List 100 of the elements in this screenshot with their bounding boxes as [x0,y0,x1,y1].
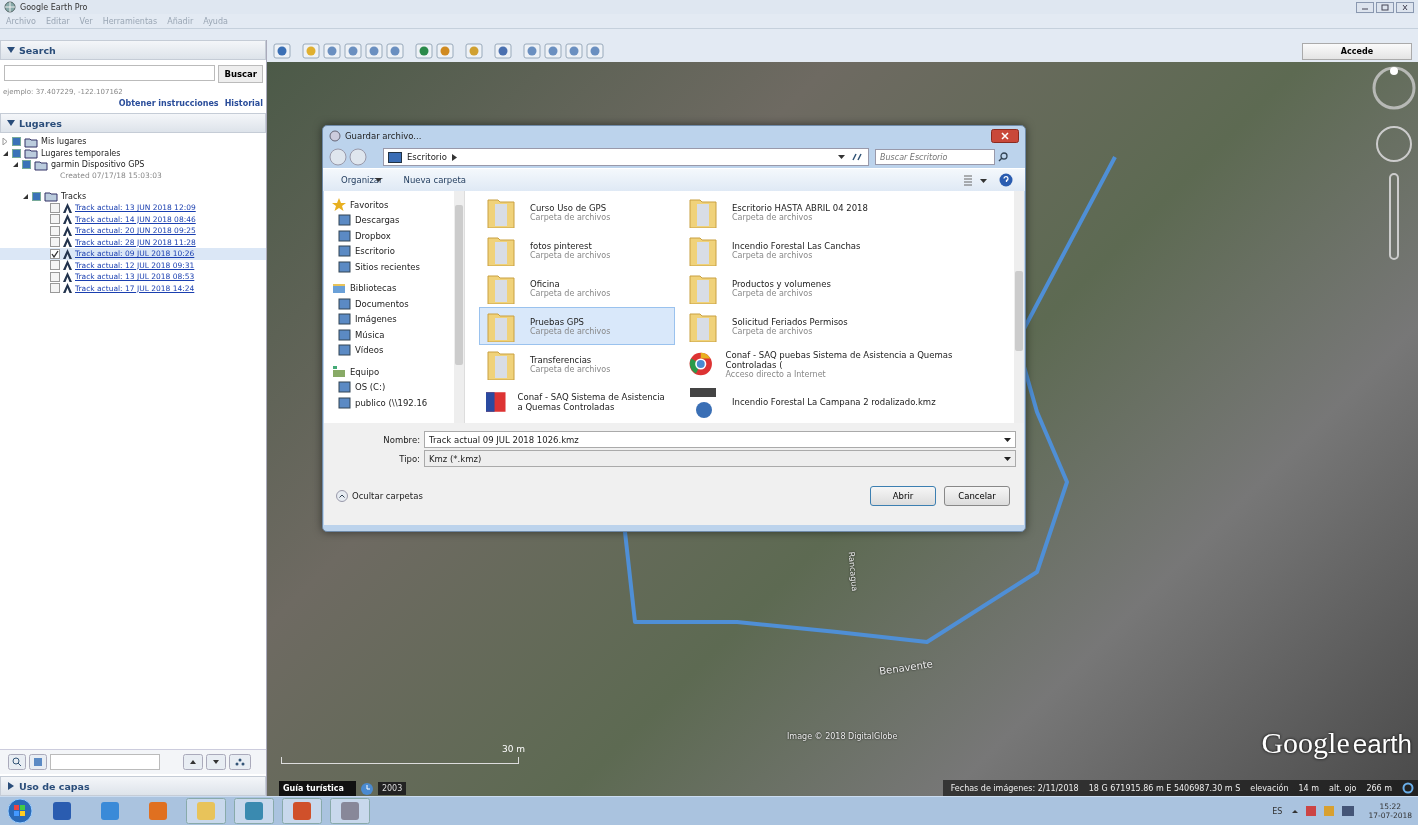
start-button-icon[interactable] [6,798,34,824]
forward-icon[interactable] [349,148,367,166]
file-item[interactable]: Oficina Carpeta de archivos [479,269,675,307]
nav-item[interactable]: Vídeos [332,342,384,358]
tour-guide-button[interactable]: Guía turística [279,781,356,796]
cancel-button[interactable]: Cancelar [944,486,1010,506]
search-field[interactable] [4,65,216,81]
toolbar-icon[interactable] [436,43,454,59]
file-item[interactable]: Transferencias Carpeta de archivos [479,345,675,383]
file-item[interactable]: Conaf - SAQ puebas Sistema de Asistencia a Quemas Controladas ( Acceso directo a Internet [681,345,961,383]
checkbox-icon[interactable] [22,160,31,170]
hide-folders-button[interactable]: Ocultar carpetas [336,490,423,502]
compass-icon[interactable] [1372,66,1416,110]
panel-header[interactable]: Uso de capas [0,776,266,796]
close-icon[interactable] [991,129,1019,143]
toolbar-icon[interactable] [386,43,404,59]
nav-item[interactable]: Descargas [332,212,400,228]
taskbar-app-icon[interactable] [234,798,274,824]
toolbar-icon[interactable] [465,43,483,59]
open-button[interactable]: Abrir [870,486,936,506]
file-type-dropdown[interactable]: Kmz (*.kmz) [424,450,1016,467]
text-field[interactable] [50,754,160,770]
sign-in-button[interactable]: Accede [1302,42,1412,60]
checkbox-icon[interactable] [12,137,21,147]
checkbox[interactable] [50,260,60,271]
tree-label[interactable]: Tracks [61,191,87,201]
nav-item[interactable]: Documentos [332,296,409,312]
taskbar-app-icon[interactable] [330,798,370,824]
search-button[interactable]: Buscar [218,65,263,83]
taskbar-app-icon[interactable] [282,798,322,824]
file-item[interactable]: Escritorio HASTA ABRIL 04 2018 Carpeta de archivos [681,193,961,231]
expanded-arrow-icon[interactable] [22,192,29,200]
toolbar-icon[interactable] [586,43,604,59]
tree-label[interactable]: garmin Dispositivo GPS [51,160,145,170]
field-label: Tipo: [398,453,421,464]
panel-icon[interactable] [29,754,47,770]
toolbar-icon[interactable] [365,43,383,59]
organize-menu[interactable]: Organizar [341,175,382,185]
file-item[interactable]: fotos pinterest Carpeta de archivos [479,231,675,269]
toolbar-icon[interactable] [523,43,541,59]
checkbox[interactable] [50,271,60,282]
file-item[interactable]: Incendio Forestal Las Canchas Carpeta de archivos [681,231,961,269]
nav-item[interactable]: Escritorio [332,243,395,259]
file-item[interactable]: Pruebas GPS Carpeta de archivos [479,307,675,345]
search-field[interactable]: Buscar Escritorio [875,149,995,165]
checkbox[interactable] [50,202,60,213]
panel-header[interactable]: Lugares [0,113,266,133]
toolbar-icon[interactable] [565,43,583,59]
new-folder-button[interactable]: Nueva carpeta [403,175,467,185]
checkbox-icon[interactable] [12,148,21,158]
nav-item[interactable]: Equipo [332,364,380,380]
file-item[interactable]: Conaf - SAQ Sistema de Asistencia a Quemas Controladas [479,383,675,421]
scrollbar-icon[interactable] [1014,191,1024,423]
toolbar-icon[interactable] [273,43,291,59]
minimize-icon[interactable] [1356,1,1374,13]
toolbar-icon[interactable] [544,43,562,59]
help-icon[interactable] [999,173,1013,187]
clock-icon[interactable] [359,781,374,796]
tree-label[interactable]: Mis lugares [41,137,87,147]
address-bar[interactable]: Escritorio [383,148,869,166]
taskbar-app-icon[interactable] [186,798,226,824]
panel-header[interactable]: Search [0,40,266,60]
checkbox[interactable] [50,237,60,248]
link[interactable]: Obtener instrucciones [118,99,219,108]
search-icon[interactable] [8,754,26,770]
file-item[interactable]: Incendio Forestal La Campana 2 rodalizado.kmz [681,383,961,421]
link[interactable]: Historial [224,99,263,108]
nav-item[interactable]: Música [332,327,385,343]
checkbox[interactable] [50,225,60,236]
view-options-icon[interactable] [963,174,989,186]
maximize-icon[interactable] [1376,1,1394,13]
toolbar-icon[interactable] [344,43,362,59]
nav-item[interactable]: OS (C:) [332,379,386,395]
nav-item[interactable]: publico (\\192.16 [332,395,428,411]
file-name-field[interactable]: Track actual 09 JUL 2018 1026.kmz [424,431,1016,448]
toolbar-icon[interactable] [323,43,341,59]
tree-label[interactable]: Lugares temporales [41,148,121,158]
nav-item[interactable]: Sitios recientes [332,259,420,275]
file-item[interactable]: Solicitud Feriados Permisos Carpeta de archivos [681,307,961,345]
nav-item[interactable]: Bibliotecas [332,280,397,296]
file-item[interactable]: Productos y volumenes Carpeta de archivos [681,269,961,307]
file-item[interactable]: Curso Uso de GPS Carpeta de archivos [479,193,675,231]
nav-item[interactable]: Dropbox [332,228,391,244]
nav-item[interactable]: Imágenes [332,311,397,327]
checkbox[interactable] [50,248,60,259]
nav-item[interactable]: Favoritos [332,197,389,213]
collapsed-arrow-icon[interactable] [2,138,9,146]
checkbox[interactable] [50,214,60,225]
toolbar-icon[interactable] [415,43,433,59]
checkbox[interactable] [50,283,60,294]
close-icon[interactable] [1396,1,1414,13]
checkbox-icon[interactable] [32,191,41,201]
expanded-arrow-icon[interactable] [12,161,19,169]
toolbar-icon[interactable] [494,43,512,59]
expanded-arrow-icon[interactable] [2,149,9,157]
scrollbar-icon[interactable] [454,191,464,423]
back-icon[interactable] [329,148,347,166]
panel-title: Uso de capas [19,780,90,792]
dots-icon[interactable] [229,754,251,770]
language-indicator[interactable]: ES [1272,806,1283,816]
